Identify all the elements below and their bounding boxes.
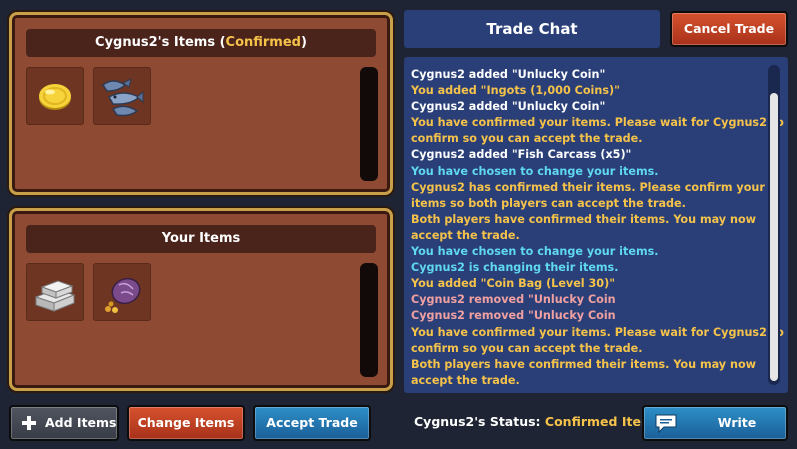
chat-message: You have chosen to change your items. bbox=[411, 245, 659, 259]
gold-coin-icon bbox=[39, 84, 71, 110]
chat-message: accept the trade. bbox=[411, 373, 520, 387]
trade-chat-title: Trade Chat bbox=[404, 10, 660, 48]
item-slot-fish-carcass[interactable] bbox=[93, 67, 151, 125]
add-items-button[interactable]: Add Items bbox=[9, 405, 119, 441]
chat-message: Both players have confirmed their items.… bbox=[411, 357, 756, 371]
item-slot-ingots[interactable] bbox=[26, 263, 84, 321]
chat-message: You have confirmed your items. Please wa… bbox=[411, 116, 784, 130]
change-items-button[interactable]: Change Items bbox=[127, 405, 245, 441]
write-message-button[interactable]: Write Message bbox=[642, 405, 788, 449]
chat-message: Cygnus2 added "Unlucky Coin" bbox=[411, 68, 606, 81]
chat-message: You added "Ingots (1,000 Coins)" bbox=[411, 84, 620, 98]
chat-message: You have chosen to change your items. bbox=[411, 164, 659, 178]
chat-message: Cygnus2 is changing their items. bbox=[411, 261, 619, 275]
item-slot-unlucky-coin[interactable] bbox=[26, 67, 84, 125]
chat-message: Cygnus2 has confirmed their items. Pleas… bbox=[411, 180, 765, 194]
plus-icon bbox=[21, 415, 37, 431]
chat-message: confirm so you can accept the trade. bbox=[411, 132, 643, 146]
chat-bubble-icon bbox=[654, 413, 678, 433]
chat-scrollbar[interactable] bbox=[768, 65, 780, 385]
chat-message: Cygnus2 removed "Unlucky Coin bbox=[411, 293, 616, 307]
chat-message: Cygnus2 removed "Unlucky Coin bbox=[411, 309, 616, 323]
trade-chat-log: Cygnus2 added "Unlucky Coin" You added "I… bbox=[404, 57, 788, 393]
your-items-panel: Your Items bbox=[9, 208, 393, 391]
chat-message: items so both players can accept the tra… bbox=[411, 196, 686, 210]
your-items-scrollbar[interactable] bbox=[360, 263, 378, 377]
cancel-trade-button[interactable]: Cancel Trade bbox=[670, 11, 788, 47]
coin-bag-icon bbox=[105, 277, 141, 313]
accept-trade-button[interactable]: Accept Trade bbox=[253, 405, 371, 441]
their-items-title: Cygnus2's Items (Confirmed) bbox=[26, 29, 376, 57]
partner-status: Cygnus2's Status: Confirmed Items bbox=[414, 414, 662, 429]
fish-carcass-icon bbox=[101, 78, 144, 117]
item-slot-coin-bag[interactable] bbox=[93, 263, 151, 321]
chat-message: confirm so you can accept the trade. bbox=[411, 341, 643, 355]
chat-message: You added "Coin Bag (Level 30)" bbox=[411, 277, 616, 291]
chat-message-list: Cygnus2 added "Unlucky Coin" You added "I… bbox=[411, 67, 784, 389]
silver-ingots-icon bbox=[34, 280, 76, 312]
chat-message: Cygnus2 added "Fish Carcass (x5)" bbox=[411, 148, 632, 162]
their-items-panel: Cygnus2's Items (Confirmed) bbox=[9, 12, 393, 195]
their-items-status: Confirmed bbox=[225, 35, 301, 50]
chat-message: Cygnus2 added "Unlucky Coin" bbox=[411, 100, 606, 114]
chat-message: You have confirmed your items. Please wa… bbox=[411, 325, 784, 339]
your-items-title: Your Items bbox=[26, 225, 376, 253]
chat-message: Both players have confirmed their items.… bbox=[411, 212, 756, 226]
chat-scroll-thumb[interactable] bbox=[770, 93, 778, 381]
their-items-scrollbar[interactable] bbox=[360, 67, 378, 181]
chat-message: accept the trade. bbox=[411, 228, 520, 242]
